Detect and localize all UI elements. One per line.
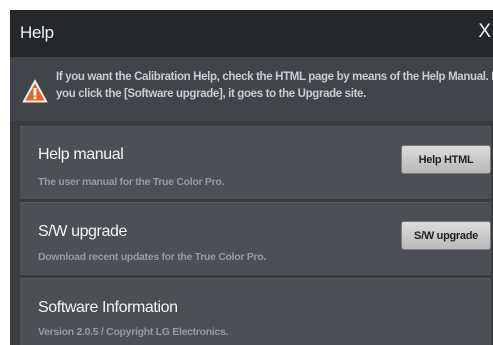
help-dialog: Help X If you want the Calibration Help,…	[10, 10, 493, 345]
sw-upgrade-description: Download recent updates for the True Col…	[38, 251, 267, 263]
warning-triangle-icon	[22, 79, 48, 103]
title-bar: Help X	[10, 10, 493, 57]
dialog-title: Help	[20, 23, 54, 42]
help-manual-description: The user manual for the True Color Pro.	[38, 176, 225, 188]
sw-upgrade-title: S/W upgrade	[38, 223, 127, 240]
software-information-title: Software Information	[38, 299, 178, 316]
help-html-button[interactable]: Help HTML	[401, 145, 491, 174]
help-manual-title: Help manual	[38, 146, 124, 163]
sw-upgrade-panel: S/W upgrade Download recent updates for …	[20, 202, 491, 275]
close-button[interactable]: X	[478, 22, 491, 41]
version-copyright-text: Version 2.0.5 / Copyright LG Electronics…	[38, 326, 229, 338]
software-information-panel: Software Information Version 2.0.5 / Cop…	[20, 278, 491, 345]
notice-line-1: If you want the Calibration Help, check …	[56, 71, 493, 83]
notice-text: If you want the Calibration Help, check …	[56, 69, 493, 103]
notice-banner: If you want the Calibration Help, check …	[10, 57, 493, 121]
sw-upgrade-button[interactable]: S/W upgrade	[401, 221, 491, 250]
help-manual-panel: Help manual The user manual for the True…	[20, 126, 491, 199]
notice-line-2: you click the [Software upgrade], it goe…	[56, 88, 366, 100]
